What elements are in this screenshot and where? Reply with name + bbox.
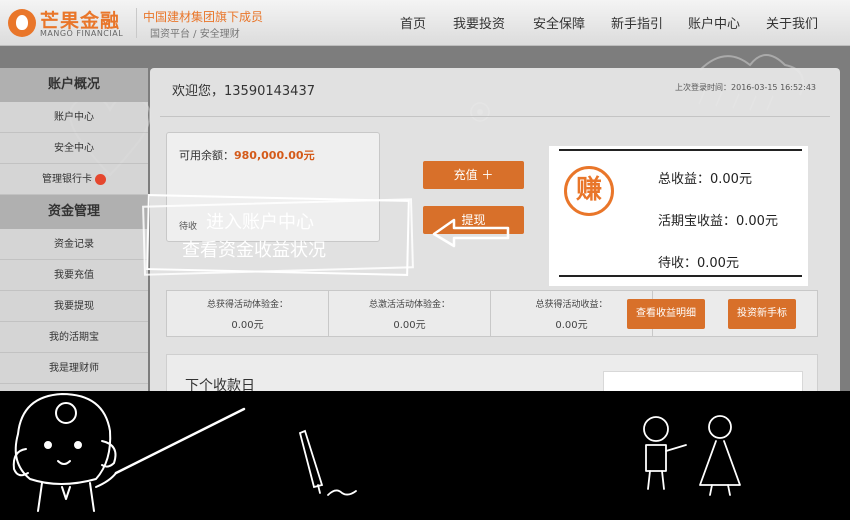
stat-label: 总激活活动体验金：: [368, 300, 450, 310]
stat-value: 0.00元: [393, 320, 426, 331]
sidebar-item-label: 我要充值: [54, 270, 94, 281]
stat-total-trial-gold: 总获得活动体验金： 0.00元: [167, 291, 329, 337]
welcome-text: 欢迎您，13590143437: [172, 84, 315, 99]
sidebar-item-label: 我要提现: [54, 301, 94, 312]
logo-divider: [136, 8, 137, 38]
invest-novice-button[interactable]: 投资新手标: [728, 299, 796, 329]
pencil-icon: [298, 429, 357, 496]
recharge-button[interactable]: 充值 ＋: [423, 161, 524, 189]
mascot-icon: [12, 393, 246, 512]
page: 芒果金融 MANGO FINANCIAL 中国建材集团旗下成员 国资平台 / 安…: [0, 0, 850, 520]
last-login-time: 上次登录时间：2016-03-15 16:52:43: [675, 83, 816, 92]
nav-home[interactable]: 首页: [400, 13, 426, 32]
sidebar-section-title: 账户概况: [0, 68, 148, 102]
annotation-line-1: 进入账户中心: [206, 212, 314, 233]
nav-security[interactable]: 安全保障: [533, 13, 585, 32]
account-sidebar: 账户概况 账户中心 安全中心 管理银行卡 资金管理 资金记录 我要充值 我要提现…: [0, 68, 148, 398]
sidebar-item-label: 资金记录: [54, 239, 94, 250]
available-balance: 可用余额：980,000.00元: [179, 147, 315, 163]
couple-figures-icon: [643, 415, 741, 496]
withdraw-button[interactable]: 提现: [423, 206, 524, 234]
view-earnings-detail-button[interactable]: 查看收益明细: [627, 299, 705, 329]
pending-earnings: 待收：0.00元: [658, 256, 739, 271]
balance-label: 可用余额：: [179, 149, 234, 162]
stat-activated-trial-gold: 总激活活动体验金： 0.00元: [329, 291, 491, 337]
zhuan-earn-icon: 赚: [564, 166, 614, 216]
nav-invest[interactable]: 我要投资: [453, 13, 505, 32]
current-treasure-earnings: 活期宝收益：0.00元: [658, 214, 778, 229]
sidebar-item-security-center[interactable]: 安全中心: [0, 133, 148, 164]
nav-account-center[interactable]: 账户中心: [688, 13, 740, 32]
nav-beginner-guide[interactable]: 新手指引: [611, 13, 663, 32]
balance-value: 980,000.00元: [234, 149, 315, 162]
header-tagline: 中国建材集团旗下成员: [143, 10, 264, 24]
site-logo[interactable]: 芒果金融 MANGO FINANCIAL: [8, 7, 136, 39]
sidebar-item-label: 管理银行卡: [42, 174, 92, 185]
callout-bottom-rule: [559, 275, 802, 277]
sidebar-item-withdraw[interactable]: 我要提现: [0, 291, 148, 322]
red-envelope-icon: [95, 173, 106, 185]
sidebar-item-label: 账户中心: [54, 112, 94, 123]
stat-label: 总获得活动体验金：: [206, 300, 288, 310]
sidebar-item-label: 安全中心: [54, 143, 94, 154]
stat-value: 0.00元: [231, 320, 264, 331]
band-illustrations: [12, 393, 741, 512]
sidebar-item-fund-records[interactable]: 资金记录: [0, 229, 148, 260]
sidebar-item-recharge[interactable]: 我要充值: [0, 260, 148, 291]
annotation-line-2: 查看资金收益状况: [182, 240, 326, 261]
nav-about-us[interactable]: 关于我们: [766, 13, 818, 32]
sidebar-item-bank-cards[interactable]: 管理银行卡: [0, 164, 148, 195]
sidebar-item-financial-planner[interactable]: 我是理财师: [0, 353, 148, 384]
sidebar-item-label: 我的活期宝: [49, 332, 99, 343]
activity-stats: 总获得活动体验金： 0.00元 总激活活动体验金： 0.00元 总获得活动收益： 0.…: [166, 290, 818, 337]
sidebar-item-account-center[interactable]: 账户中心: [0, 102, 148, 133]
divider: [160, 116, 830, 117]
illustration-band: [0, 391, 850, 520]
logo-name-en: MANGO FINANCIAL: [40, 29, 124, 38]
callout-top-rule: [559, 149, 802, 151]
header-tagline-sub: 国资平台 / 安全理财: [150, 29, 240, 40]
sidebar-item-current-treasure[interactable]: 我的活期宝: [0, 322, 148, 353]
earnings-callout: 赚 总收益：0.00元 活期宝收益：0.00元 待收：0.00元: [549, 146, 808, 286]
sidebar-section-title: 资金管理: [0, 195, 148, 229]
sidebar-item-label: 我是理财师: [49, 363, 99, 374]
total-earnings: 总收益：0.00元: [658, 172, 752, 187]
top-header: 芒果金融 MANGO FINANCIAL 中国建材集团旗下成员 国资平台 / 安…: [0, 0, 850, 46]
mango-logo-icon: [8, 9, 36, 37]
